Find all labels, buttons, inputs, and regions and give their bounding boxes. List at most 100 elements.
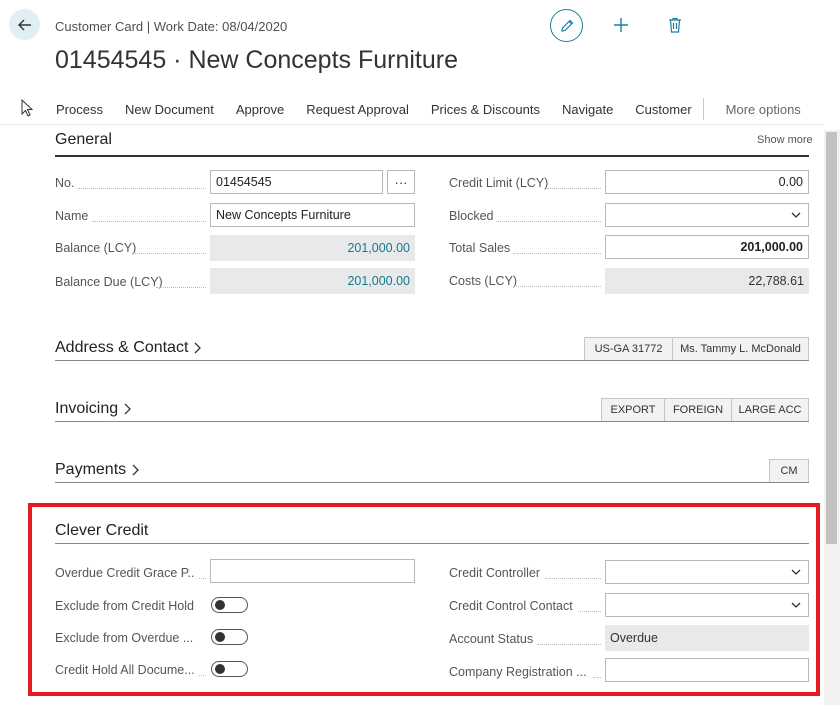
show-more-link[interactable]: Show more (757, 134, 813, 146)
company-registration-field[interactable] (605, 658, 809, 682)
credit-control-contact-select[interactable] (605, 593, 809, 617)
action-navigate[interactable]: Navigate (551, 102, 624, 117)
back-button[interactable] (9, 9, 40, 40)
credit-limit-dots (547, 188, 601, 189)
section-payments-label: Payments (55, 461, 127, 478)
toggle-knob (215, 664, 225, 674)
section-payments-underline (55, 482, 809, 483)
action-new-document[interactable]: New Document (114, 102, 225, 117)
mouse-cursor (21, 98, 34, 122)
blocked-dots (496, 221, 601, 222)
section-address-title[interactable]: Address & Contact (55, 339, 202, 357)
credit-limit-label: Credit Limit (LCY) (449, 176, 549, 190)
costs-dots (514, 286, 601, 287)
toggle-knob (215, 632, 225, 642)
balance-value[interactable]: 201,000.00 (210, 235, 415, 261)
no-label: No. (55, 176, 75, 190)
toggle-knob (215, 600, 225, 610)
credit-control-contact-dots (578, 611, 601, 612)
invoicing-tag-large-acc[interactable]: LARGE ACC (731, 398, 809, 422)
grace-period-dots (199, 578, 206, 579)
delete-button[interactable] (664, 14, 686, 36)
action-process[interactable]: Process (45, 102, 114, 117)
balance-dots (132, 253, 206, 254)
chevron-down-icon (791, 602, 801, 608)
trash-icon (669, 17, 681, 33)
section-invoicing-label: Invoicing (55, 400, 119, 417)
grace-period-label: Overdue Credit Grace P... (55, 566, 195, 580)
pencil-icon (560, 19, 573, 32)
balance-due-dots (156, 287, 206, 288)
section-address-label: Address & Contact (55, 339, 189, 356)
chevron-down-icon (791, 212, 801, 218)
chevron-right-icon (124, 403, 132, 415)
name-field[interactable]: New Concepts Furniture (210, 203, 415, 227)
payments-tag-cm[interactable]: CM (769, 459, 809, 483)
chevron-right-icon (194, 342, 202, 354)
section-general-label: General (55, 131, 112, 148)
balance-label: Balance (LCY) (55, 241, 137, 255)
credit-controller-label: Credit Controller (449, 566, 541, 580)
costs-label: Costs (LCY) (449, 274, 518, 288)
page-title: 01454545 · New Concepts Furniture (55, 46, 459, 74)
more-options-button[interactable]: More options (715, 102, 812, 117)
invoicing-tag-foreign[interactable]: FOREIGN (664, 398, 732, 422)
section-clever-credit-underline (55, 543, 809, 544)
credit-limit-field[interactable]: 0.00 (605, 170, 809, 194)
total-sales-dots (513, 253, 601, 254)
credit-controller-select[interactable] (605, 560, 809, 584)
edit-button[interactable] (550, 9, 583, 42)
credit-hold-all-label: Credit Hold All Docume... (55, 663, 195, 677)
section-payments-title[interactable]: Payments (55, 461, 140, 479)
chevron-right-icon (132, 464, 140, 476)
back-arrow-icon (17, 19, 31, 30)
scrollbar-thumb[interactable] (826, 132, 837, 544)
section-clever-credit-label: Clever Credit (55, 522, 149, 539)
credit-control-contact-label: Credit Control Contact (449, 599, 573, 613)
exclude-overdue-label: Exclude from Overdue ... (55, 631, 194, 645)
no-dots (78, 188, 206, 189)
page-subtitle: Customer Card | Work Date: 08/04/2020 (55, 19, 288, 34)
action-approve[interactable]: Approve (225, 102, 295, 117)
chevron-down-icon (791, 569, 801, 575)
action-prices-discounts[interactable]: Prices & Discounts (420, 102, 551, 117)
company-registration-label: Company Registration ... (449, 665, 587, 679)
name-dots (92, 221, 206, 222)
blocked-label: Blocked (449, 209, 494, 223)
action-bar: Process New Document Approve Request App… (45, 96, 812, 122)
action-bar-divider (0, 124, 824, 125)
no-field[interactable]: 01454545 (210, 170, 383, 194)
account-status-label: Account Status (449, 632, 534, 646)
section-general-title[interactable]: General (55, 131, 112, 149)
section-address-underline (55, 360, 809, 361)
action-customer[interactable]: Customer (624, 102, 702, 117)
section-general-underline (55, 155, 809, 157)
plus-icon (614, 18, 628, 32)
grace-period-field[interactable] (210, 559, 415, 583)
action-separator (702, 98, 704, 120)
account-status-dots (537, 644, 601, 645)
balance-due-value[interactable]: 201,000.00 (210, 268, 415, 294)
account-status-value: Overdue (605, 625, 809, 651)
section-invoicing-underline (55, 421, 809, 422)
exclude-overdue-toggle[interactable] (211, 629, 248, 645)
costs-value: 22,788.61 (605, 268, 809, 294)
address-tag-contact[interactable]: Ms. Tammy L. McDonald (672, 337, 809, 361)
address-tag-postcode[interactable]: US-GA 31772 (584, 337, 673, 361)
credit-controller-dots (545, 578, 601, 579)
exclude-credit-hold-toggle[interactable] (211, 597, 248, 613)
no-lookup-button[interactable]: ··· (387, 170, 415, 194)
credit-hold-all-dots (199, 675, 206, 676)
total-sales-field[interactable]: 201,000.00 (605, 235, 809, 259)
blocked-select[interactable] (605, 203, 809, 227)
balance-due-label: Balance Due (LCY) (55, 275, 163, 289)
exclude-credit-hold-label: Exclude from Credit Hold (55, 599, 194, 613)
credit-hold-all-toggle[interactable] (211, 661, 248, 677)
section-clever-credit-title[interactable]: Clever Credit (55, 522, 148, 540)
company-registration-dots (593, 677, 601, 678)
name-label: Name (55, 209, 89, 223)
section-invoicing-title[interactable]: Invoicing (55, 400, 132, 418)
invoicing-tag-export[interactable]: EXPORT (601, 398, 665, 422)
new-button[interactable] (610, 14, 632, 36)
action-request-approval[interactable]: Request Approval (295, 102, 420, 117)
